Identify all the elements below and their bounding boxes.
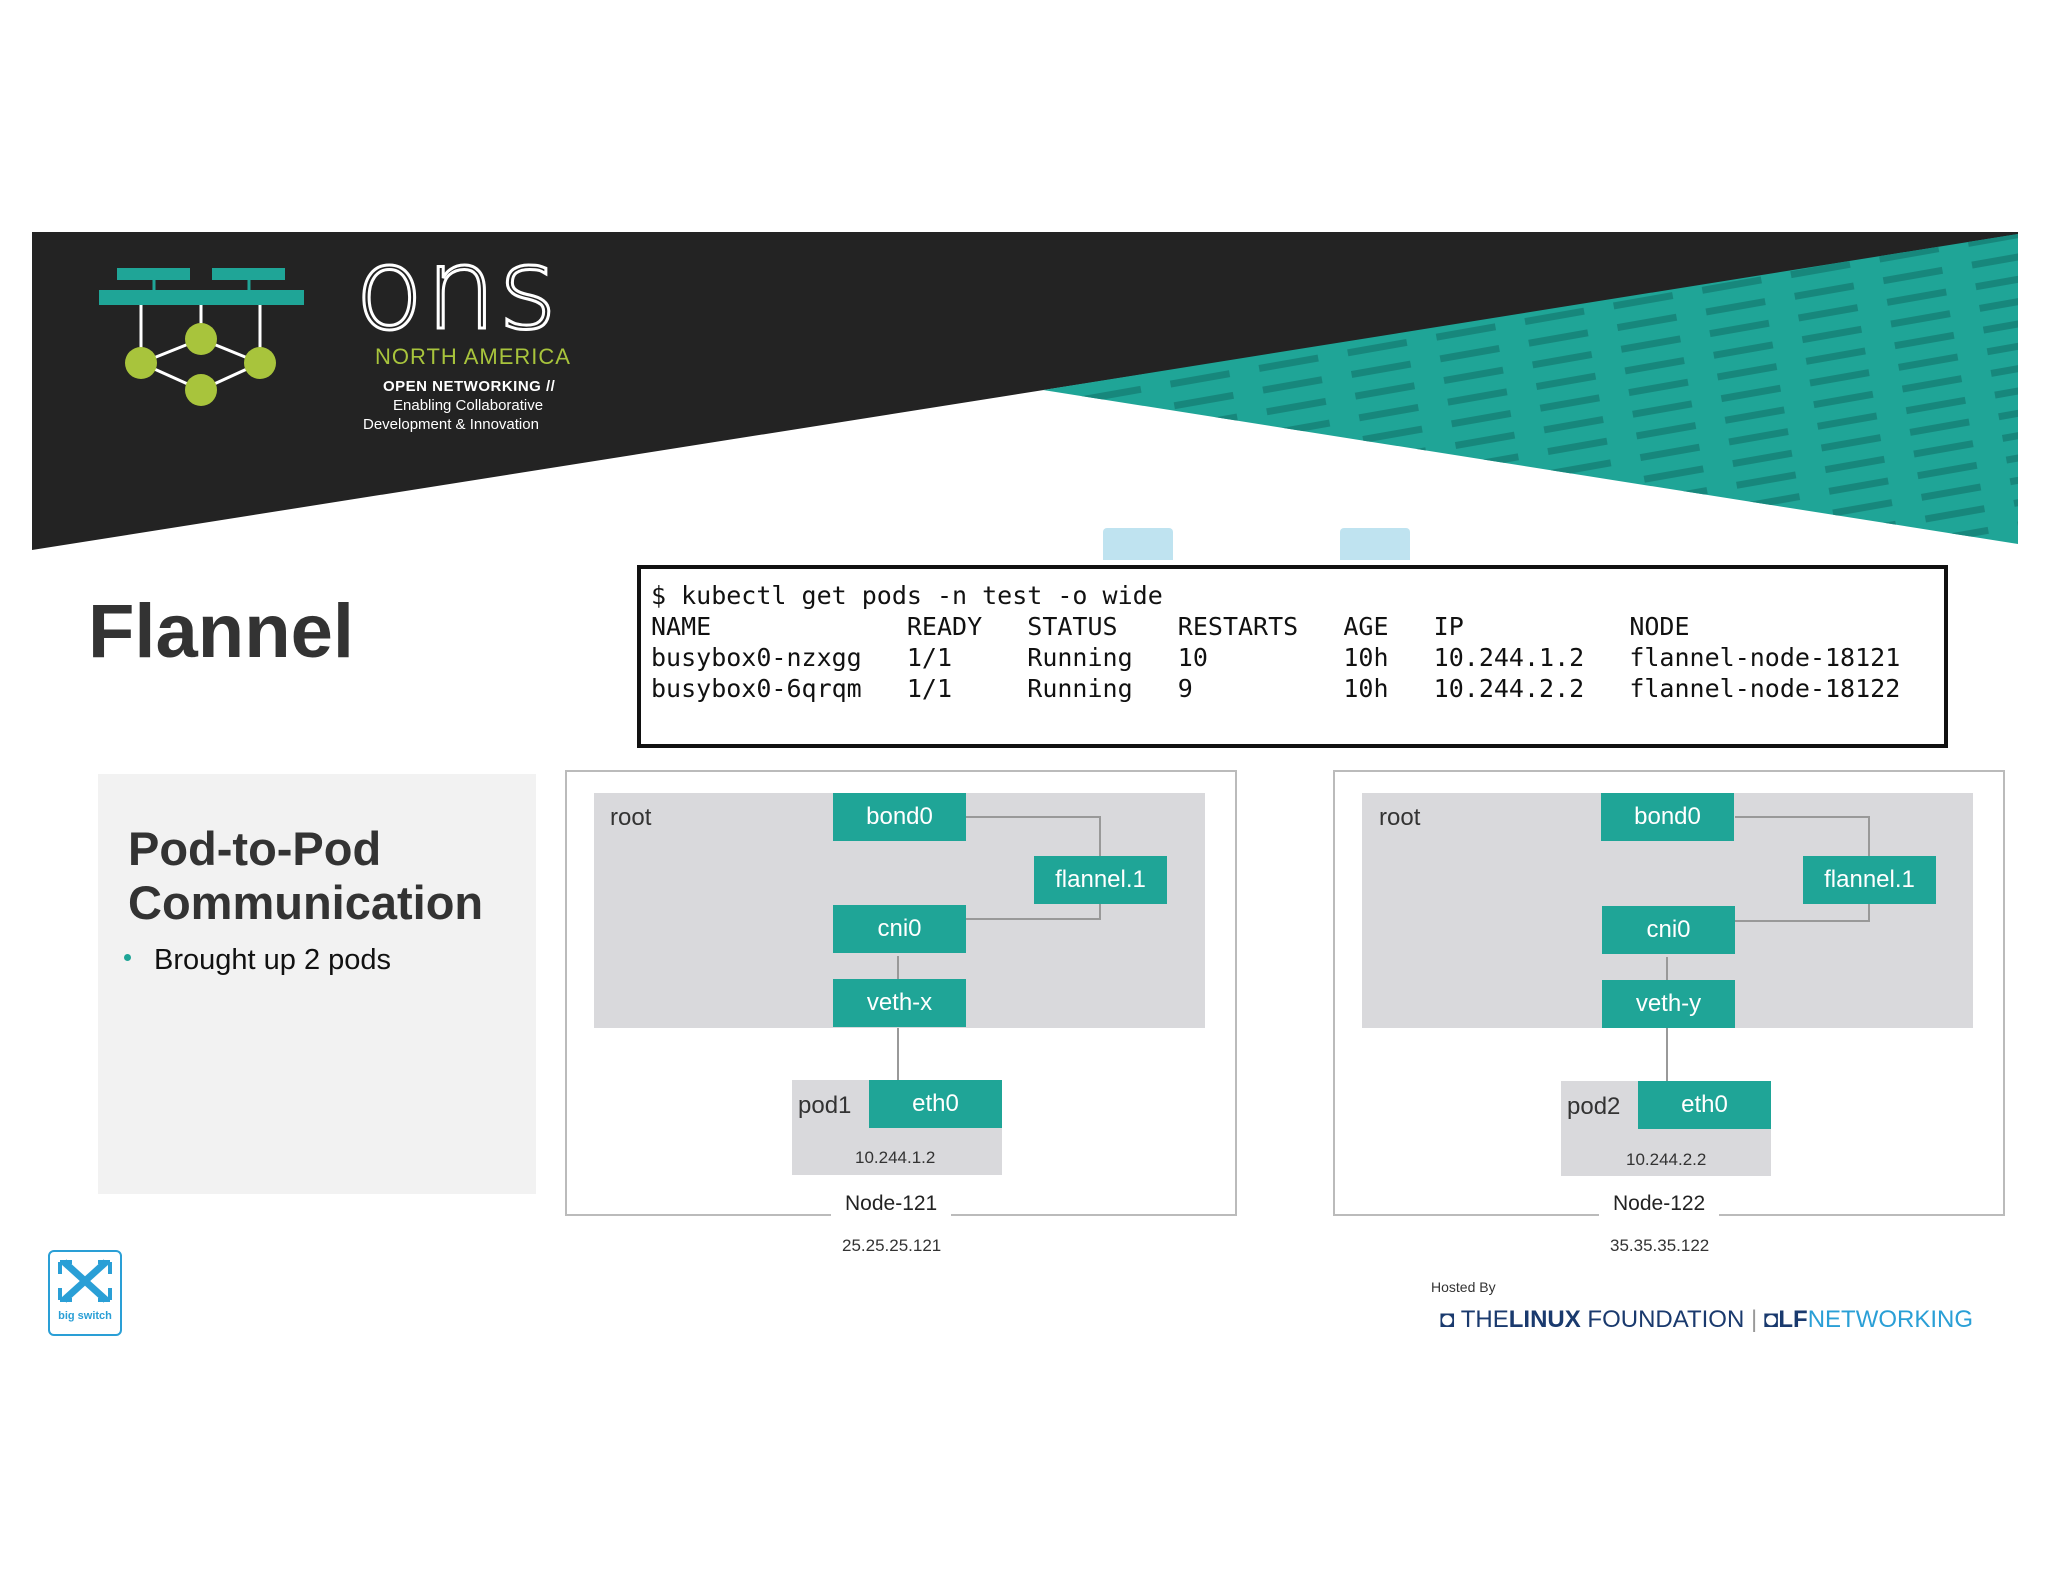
region-text: NORTH AMERICA <box>375 344 571 369</box>
lf-square-icon: ◘ <box>1440 1306 1455 1333</box>
info-panel: Pod-to-Pod Communication Brought up 2 po… <box>98 774 536 1194</box>
wire <box>1666 957 1668 981</box>
lf-foundation: FOUNDATION <box>1587 1306 1745 1333</box>
wire <box>897 1028 899 1082</box>
big-switch-x-icon <box>58 1259 112 1303</box>
big-switch-logo: big switch <box>48 1250 122 1336</box>
terminal-header: NAME READY STATUS RESTARTS AGE IP NODE <box>651 612 1690 641</box>
lfn-square-icon: ◘ <box>1763 1306 1779 1333</box>
bond0-interface: bond0 <box>833 793 966 841</box>
bond0-interface: bond0 <box>1601 793 1734 841</box>
slide-title: Flannel <box>88 589 355 674</box>
eth0-interface: eth0 <box>1638 1081 1771 1129</box>
ons-brand-text: ons <box>354 225 559 355</box>
lf-the: THE <box>1460 1306 1509 1333</box>
node-name: Node-122 <box>1599 1192 1720 1216</box>
terminal-row: busybox0-6qrqm 1/1 Running 9 10h 10.244.… <box>651 674 1901 703</box>
flannel-interface: flannel.1 <box>1034 856 1167 904</box>
switch-icon <box>1340 528 1410 560</box>
bullet-icon <box>124 954 131 961</box>
pod-label: pod1 <box>798 1092 852 1119</box>
terminal-command: $ kubectl get pods -n test -o wide <box>651 581 1163 610</box>
node-ip: 35.35.35.122 <box>1610 1236 1710 1255</box>
cni0-bridge: cni0 <box>833 905 966 953</box>
linux-foundation-logo: ◘ THELINUX FOUNDATION | ◘LFNETWORKING <box>1440 1306 1973 1334</box>
tagline-1: OPEN NETWORKING // <box>383 378 556 395</box>
eth0-interface: eth0 <box>869 1080 1002 1128</box>
wire <box>966 816 1100 818</box>
tagline-3: Development & Innovation <box>363 416 539 433</box>
wire <box>966 918 1100 920</box>
wire <box>1099 816 1101 856</box>
node-name: Node-121 <box>831 1192 952 1216</box>
hosted-by-label: Hosted By <box>1431 1279 1496 1295</box>
cni0-bridge: cni0 <box>1602 906 1735 954</box>
wire <box>1735 920 1869 922</box>
switch-icon <box>1103 528 1173 560</box>
terminal-row: busybox0-nzxgg 1/1 Running 10 10h 10.244… <box>651 643 1901 672</box>
wire <box>1868 816 1870 856</box>
root-label: root <box>1379 804 1421 831</box>
wire <box>897 956 899 980</box>
bullet-text: Brought up 2 pods <box>154 944 392 976</box>
section-title: Pod-to-Pod Communication <box>128 822 483 930</box>
section-title-line-1: Pod-to-Pod <box>128 822 382 875</box>
sponsor-label: big switch <box>58 1310 112 1322</box>
pod-ip: 10.244.2.2 <box>1626 1150 1707 1169</box>
pod-ip: 10.244.1.2 <box>855 1148 936 1167</box>
lf-linux: LINUX <box>1508 1306 1581 1333</box>
wire <box>1666 1028 1668 1082</box>
lfn-networking: NETWORKING <box>1807 1306 1974 1333</box>
header-banner <box>32 232 2018 560</box>
wire <box>1735 816 1869 818</box>
flannel-interface: flannel.1 <box>1803 856 1936 904</box>
root-label: root <box>610 804 652 831</box>
section-title-line-2: Communication <box>128 876 484 929</box>
pod-label: pod2 <box>1567 1093 1621 1120</box>
veth-interface: veth-y <box>1602 980 1735 1028</box>
node-ip: 25.25.25.121 <box>842 1236 942 1255</box>
tagline-2: Enabling Collaborative <box>393 397 544 414</box>
lfn-lf: LF <box>1778 1306 1808 1333</box>
veth-interface: veth-x <box>833 979 966 1027</box>
logo-divider: | <box>1750 1306 1758 1333</box>
terminal-output: $ kubectl get pods -n test -o wide NAME … <box>637 565 1948 748</box>
